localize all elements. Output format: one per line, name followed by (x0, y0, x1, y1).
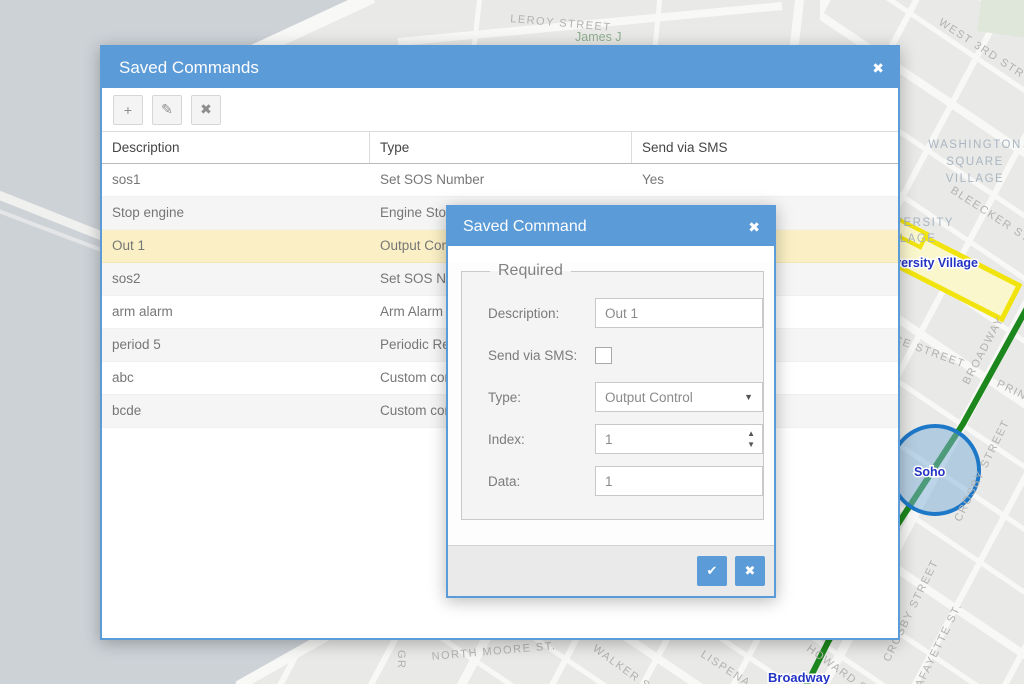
cell-description: sos2 (102, 263, 370, 295)
table-row[interactable]: sos1 Set SOS Number Yes (102, 164, 898, 197)
commands-toolbar: + ✎ ✖ (102, 88, 898, 132)
poi-label-soho[interactable]: Soho (914, 465, 946, 479)
description-field[interactable] (595, 298, 763, 328)
cell-description: Out 1 (102, 230, 370, 262)
column-header-type[interactable]: Type (370, 132, 632, 163)
poi-label-broadway[interactable]: Broadway (768, 670, 831, 684)
saved-command-title: Saved Command (463, 218, 587, 236)
cell-description: period 5 (102, 329, 370, 361)
required-fieldset: Required Description: Send via SMS: Type… (461, 262, 764, 520)
type-label: Type: (488, 390, 595, 405)
check-icon: ✔ (707, 563, 718, 579)
form-row-sms: Send via SMS: (488, 340, 763, 370)
cell-sms: Yes (632, 164, 898, 196)
park-label-james: James J (575, 30, 622, 44)
form-row-index: Index: 1 ▲ ▼ (488, 424, 763, 454)
cell-type: Set SOS Number (370, 164, 632, 196)
column-header-description[interactable]: Description (102, 132, 370, 163)
cell-description: bcde (102, 395, 370, 427)
form-row-data: Data: (488, 466, 763, 496)
fieldset-legend: Required (490, 262, 571, 280)
type-select-value: Output Control (605, 390, 693, 405)
chevron-down-icon: ▼ (744, 392, 753, 402)
table-header: Description Type Send via SMS (102, 132, 898, 164)
saved-command-titlebar[interactable]: Saved Command ✖ (448, 207, 774, 246)
spin-down-icon[interactable]: ▼ (747, 439, 755, 450)
spin-up-icon[interactable]: ▲ (747, 428, 755, 439)
add-command-button[interactable]: + (113, 95, 143, 125)
index-stepper[interactable]: 1 ▲ ▼ (595, 424, 763, 454)
x-icon: ✖ (745, 563, 756, 579)
dialog-body: Required Description: Send via SMS: Type… (448, 262, 774, 560)
cancel-button[interactable]: ✖ (735, 556, 765, 586)
saved-commands-titlebar[interactable]: Saved Commands ✖ (102, 47, 898, 88)
plus-icon: + (124, 102, 132, 118)
type-select[interactable]: Output Control ▼ (595, 382, 763, 412)
sms-label: Send via SMS: (488, 348, 595, 363)
dialog-footer: ✔ ✖ (448, 545, 774, 596)
area-label-washington-1: WASHINGTON (928, 139, 1022, 151)
index-label: Index: (488, 432, 595, 447)
street-label-greenwich: GR (395, 650, 407, 670)
stepper-arrows[interactable]: ▲ ▼ (747, 428, 755, 450)
index-value: 1 (605, 432, 613, 447)
pencil-icon: ✎ (161, 101, 173, 118)
data-field[interactable] (595, 466, 763, 496)
column-header-sms[interactable]: Send via SMS (632, 132, 898, 163)
cell-description: abc (102, 362, 370, 394)
cell-description: arm alarm (102, 296, 370, 328)
close-icon[interactable]: ✖ (748, 220, 760, 234)
sms-checkbox[interactable] (595, 347, 612, 364)
form-row-type: Type: Output Control ▼ (488, 382, 763, 412)
edit-command-button[interactable]: ✎ (152, 95, 182, 125)
x-icon: ✖ (200, 101, 212, 118)
data-label: Data: (488, 474, 595, 489)
saved-command-dialog: Saved Command ✖ Required Description: Se… (446, 205, 776, 598)
description-label: Description: (488, 306, 595, 321)
delete-command-button[interactable]: ✖ (191, 95, 221, 125)
area-label-washington-2: SQUARE (946, 156, 1004, 168)
cell-description: Stop engine (102, 197, 370, 229)
cell-description: sos1 (102, 164, 370, 196)
form-row-description: Description: (488, 298, 763, 328)
confirm-button[interactable]: ✔ (697, 556, 727, 586)
app-stage: LEROY STREET James J WEST 3RD STR WASHIN… (0, 0, 1024, 684)
saved-commands-title: Saved Commands (119, 58, 259, 78)
close-icon[interactable]: ✖ (872, 61, 884, 75)
